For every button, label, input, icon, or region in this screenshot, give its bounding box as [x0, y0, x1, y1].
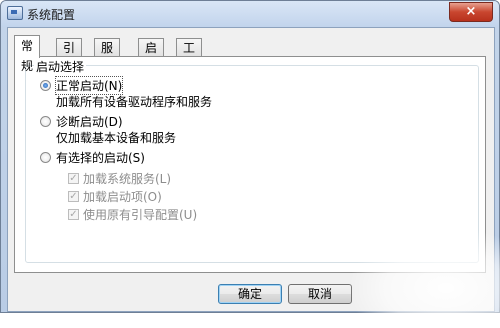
- close-button[interactable]: ×: [449, 2, 493, 22]
- tab-boot[interactable]: 引导: [56, 38, 83, 73]
- group-label: 启动选择: [34, 58, 87, 75]
- ok-button[interactable]: 确定: [218, 284, 282, 304]
- title-bar[interactable]: 系统配置 ×: [1, 1, 499, 27]
- load-system-services-checkbox[interactable]: ✓: [68, 173, 79, 184]
- tab-tools[interactable]: 工具: [176, 38, 203, 73]
- normal-startup-description: 加载所有设备驱动程序和服务: [56, 95, 213, 109]
- diagnostic-startup-description: 仅加载基本设备和服务: [56, 131, 177, 145]
- system-config-icon: [7, 6, 23, 20]
- load-startup-items-checkbox[interactable]: ✓: [68, 191, 79, 202]
- normal-startup-radio[interactable]: [40, 80, 51, 91]
- startup-selection-group: 启动选择 正常启动(N) 加载所有设备驱动程序和服务 诊断启动(D) 仅加载基本…: [25, 58, 479, 263]
- general-tab-page: 启动选择 正常启动(N) 加载所有设备驱动程序和服务 诊断启动(D) 仅加载基本…: [14, 56, 486, 273]
- close-icon: ×: [465, 4, 477, 19]
- diagnostic-startup-radio[interactable]: [40, 116, 51, 127]
- selective-startup-radio[interactable]: [40, 152, 51, 163]
- cancel-button[interactable]: 取消: [288, 284, 352, 304]
- dialog-client-area: 常规 引导 服务 启动 工具 启动选择 正常启动(N) 加载所有设备驱动程序和服…: [7, 27, 495, 312]
- diagnostic-startup-label[interactable]: 诊断启动(D): [56, 113, 123, 130]
- system-config-window: 系统配置 × 常规 引导 服务 启动 工具 启动选择 正常启动(N) 加载所有设…: [0, 0, 500, 313]
- use-original-boot-config-checkbox[interactable]: ✓: [68, 209, 79, 220]
- window-title: 系统配置: [27, 8, 76, 22]
- selective-startup-label[interactable]: 有选择的启动(S): [56, 149, 145, 166]
- tab-startup[interactable]: 启动: [138, 38, 165, 73]
- load-system-services-label: 加载系统服务(L): [83, 172, 172, 186]
- normal-startup-label[interactable]: 正常启动(N): [54, 76, 124, 95]
- tab-services[interactable]: 服务: [94, 38, 121, 73]
- tab-general[interactable]: 常规: [14, 35, 41, 73]
- use-original-boot-config-label: 使用原有引导配置(U): [83, 208, 198, 222]
- load-startup-items-label: 加载启动项(O): [83, 190, 162, 204]
